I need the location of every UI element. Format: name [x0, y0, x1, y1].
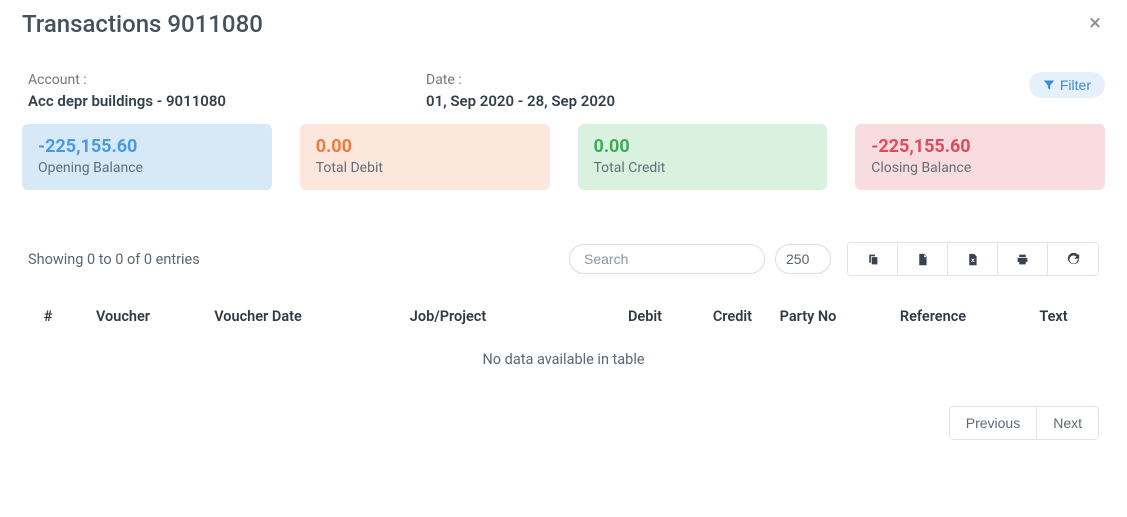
- refresh-button[interactable]: [1048, 243, 1098, 275]
- page-size-input[interactable]: [775, 244, 831, 274]
- opening-label: Opening Balance: [38, 160, 256, 176]
- filter-icon: [1043, 79, 1055, 91]
- col-text[interactable]: Text: [1008, 298, 1099, 345]
- closing-label: Closing Balance: [871, 160, 1089, 176]
- credit-label: Total Credit: [594, 160, 812, 176]
- col-debit[interactable]: Debit: [558, 298, 668, 345]
- next-button[interactable]: Next: [1037, 407, 1098, 439]
- entries-info: Showing 0 to 0 of 0 entries: [28, 251, 200, 268]
- previous-button[interactable]: Previous: [950, 407, 1037, 439]
- account-block: Account : Acc depr buildings - 9011080: [28, 72, 426, 110]
- col-job[interactable]: Job/Project: [338, 298, 558, 345]
- col-voucher[interactable]: Voucher: [68, 298, 178, 345]
- print-button[interactable]: [998, 243, 1048, 275]
- opening-value: -225,155.60: [38, 136, 256, 157]
- print-icon: [1016, 253, 1029, 266]
- col-voucher-date[interactable]: Voucher Date: [178, 298, 338, 345]
- card-total-debit: 0.00 Total Debit: [300, 124, 550, 190]
- export-csv-button[interactable]: [898, 243, 948, 275]
- col-party[interactable]: Party No: [758, 298, 858, 345]
- closing-value: -225,155.60: [871, 136, 1089, 157]
- date-block: Date : 01, Sep 2020 - 28, Sep 2020: [426, 72, 826, 110]
- close-icon[interactable]: ×: [1085, 13, 1105, 35]
- account-value: Acc depr buildings - 9011080: [28, 92, 426, 110]
- debit-value: 0.00: [316, 136, 534, 157]
- card-closing-balance: -225,155.60 Closing Balance: [855, 124, 1105, 190]
- card-opening-balance: -225,155.60 Opening Balance: [22, 124, 272, 190]
- export-button-group: [847, 242, 1099, 276]
- filter-label: Filter: [1060, 77, 1091, 93]
- card-total-credit: 0.00 Total Credit: [578, 124, 828, 190]
- account-label: Account :: [28, 72, 426, 88]
- search-input[interactable]: [569, 244, 765, 274]
- col-credit[interactable]: Credit: [668, 298, 758, 345]
- date-label: Date :: [426, 72, 826, 88]
- table-header-row: # Voucher Voucher Date Job/Project Debit…: [28, 298, 1099, 345]
- filter-button[interactable]: Filter: [1029, 72, 1105, 98]
- credit-value: 0.00: [594, 136, 812, 157]
- copy-button[interactable]: [848, 243, 898, 275]
- date-value: 01, Sep 2020 - 28, Sep 2020: [426, 92, 826, 110]
- transactions-table: # Voucher Voucher Date Job/Project Debit…: [28, 298, 1099, 345]
- empty-message: No data available in table: [0, 345, 1127, 396]
- debit-label: Total Debit: [316, 160, 534, 176]
- pagination: Previous Next: [949, 406, 1099, 440]
- export-excel-button[interactable]: [948, 243, 998, 275]
- copy-icon: [866, 253, 879, 266]
- file-icon: [916, 253, 929, 266]
- page-title: Transactions 9011080: [22, 10, 263, 38]
- refresh-icon: [1067, 253, 1080, 266]
- col-index[interactable]: #: [28, 298, 68, 345]
- col-reference[interactable]: Reference: [858, 298, 1008, 345]
- file-excel-icon: [966, 253, 979, 266]
